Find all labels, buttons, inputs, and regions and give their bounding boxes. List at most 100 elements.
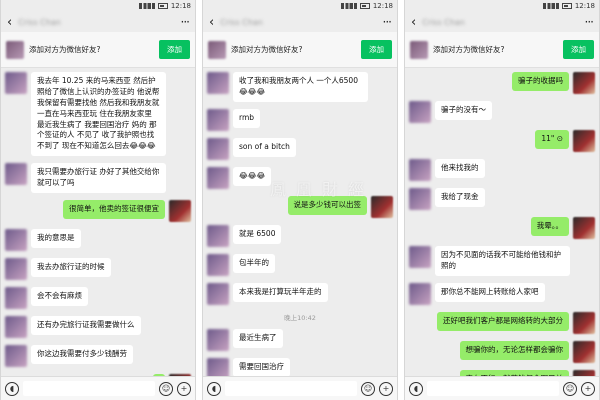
incoming-message[interactable]: 他来找我的 [435,159,485,178]
outgoing-message[interactable]: 想骗你的，无论怎样都会骗你 [459,340,569,360]
contact-avatar[interactable] [409,188,431,210]
message-row: 会不会有麻烦 [5,286,191,309]
my-avatar[interactable] [573,130,595,152]
message-row: 我晕。。 [409,217,595,239]
outgoing-message[interactable]: 还好吧我们客户都是网络转的大部分 [437,311,569,331]
message-row: 😂😂😂 [207,166,393,189]
outgoing-message[interactable]: 骗子的收据吗 [512,72,569,91]
incoming-message[interactable]: 骗子的没有～ [435,101,492,120]
my-avatar[interactable] [573,340,595,363]
incoming-message[interactable]: 我去办旅行证的时候 [31,257,111,277]
add-friend-button[interactable]: 添加 [159,40,190,59]
contact-avatar[interactable] [207,166,229,189]
incoming-message[interactable]: 我给了现金 [435,188,485,207]
message-row: 很简单，他卖的签证很便宜 [5,199,191,222]
signal-icon [542,3,559,9]
contact-avatar[interactable] [409,101,431,123]
my-avatar[interactable] [573,217,595,239]
outgoing-message[interactable]: 我晕。。 [530,217,569,236]
voice-icon[interactable]: ◖ [5,381,19,396]
contact-avatar[interactable] [5,315,27,338]
status-time: 12:18 [372,2,393,10]
back-arrow-icon[interactable]: ‹ [411,16,416,29]
incoming-message[interactable]: 我的意思是 [31,228,81,248]
contact-avatar[interactable] [207,357,229,376]
add-friend-button[interactable]: 添加 [563,40,594,59]
contact-avatar[interactable] [207,253,229,276]
outgoing-message[interactable]: 11" ⊙ [535,130,569,149]
contact-avatar[interactable] [207,72,229,94]
more-options-icon[interactable]: ··· [585,15,595,29]
incoming-message[interactable]: 我去年 10.25 来的马来西亚 然后护照给了微信上认识的办签证的 他说帮我保留… [31,72,166,157]
contact-avatar[interactable] [5,257,27,280]
status-bar: 12:18 [203,0,397,12]
signal-icon [138,3,155,9]
incoming-message[interactable]: 最近生病了 [233,328,283,348]
incoming-message[interactable]: 需要回国治疗 [233,357,290,376]
contact-avatar[interactable] [5,72,27,94]
emoji-icon[interactable]: ☺ [159,381,173,396]
incoming-message[interactable]: 那你总不能网上转账给人家吧 [435,282,545,302]
back-arrow-icon[interactable]: ‹ [209,16,214,29]
incoming-message[interactable]: 就是 6500 [233,224,282,244]
plus-icon[interactable]: + [581,381,595,396]
message-row: 收了我和我朋友两个人 一个人6500😂😂😂 [207,72,393,102]
plus-icon[interactable]: + [177,381,191,396]
incoming-message[interactable]: 包半年的 [233,253,275,273]
my-avatar[interactable] [573,72,595,94]
contact-avatar[interactable] [5,163,27,186]
emoji-icon[interactable]: ☺ [361,381,375,396]
contact-avatar[interactable] [207,137,229,160]
incoming-message[interactable]: 还有办完旅行证我需要做什么 [31,315,141,335]
message-row: 想骗你的，无论怎样都会骗你 [409,340,595,363]
incoming-message[interactable]: 本来我是打算玩半年走的 [233,282,328,302]
outgoing-message[interactable]: 很简单，他卖的签证很便宜 [63,199,165,219]
incoming-message[interactable]: rmb [233,108,261,128]
message-input[interactable] [427,381,559,396]
contact-avatar[interactable] [409,159,431,181]
incoming-message[interactable]: 我只需要办旅行证 办好了其他交给你就可以了吗 [31,163,166,193]
outgoing-message[interactable]: 说是多少钱可以出签 [287,195,367,215]
more-options-icon[interactable]: ··· [181,15,191,29]
contact-avatar[interactable] [207,108,229,131]
message-row: 最近生病了 [207,328,393,351]
timestamp-label: 晚上10:42 [284,313,316,322]
incoming-message[interactable]: 😂😂😂 [233,166,272,186]
contact-avatar [410,40,428,59]
add-friend-prompt: 添加对方为微信好友? [29,45,101,54]
message-input[interactable] [225,381,357,396]
contact-avatar[interactable] [5,286,27,309]
contact-name: Criss Chan [422,17,465,27]
contact-avatar[interactable] [207,328,229,351]
add-friend-button[interactable]: 添加 [361,40,392,59]
emoji-icon[interactable]: ☺ [563,381,577,396]
incoming-message[interactable]: 因为不见面的话我不可能给他钱和护照的 [435,246,570,276]
contact-avatar[interactable] [207,224,229,247]
message-input[interactable] [23,381,155,396]
message-row: 需要回国治疗 [207,357,393,376]
voice-icon[interactable]: ◖ [207,381,221,396]
incoming-message[interactable]: 收了我和我朋友两个人 一个人6500😂😂😂 [233,72,368,102]
my-avatar[interactable] [371,195,393,218]
battery-icon [359,3,370,9]
incoming-message[interactable]: 你这边我需要付多少钱酬劳 [31,344,133,364]
incoming-message[interactable]: 会不会有麻烦 [31,286,88,306]
incoming-message[interactable]: son of a bitch [233,137,296,157]
my-avatar[interactable] [169,199,191,222]
contact-avatar[interactable] [5,344,27,367]
message-row: 说是多少钱可以出签 [207,195,393,218]
contact-avatar[interactable] [409,246,431,268]
message-row: 还好吧我们客户都是网络转的大部分 [409,311,595,334]
more-options-icon[interactable]: ··· [383,15,393,29]
message-row: 他来找我的 [409,159,595,181]
message-row: 骗子的没有～ [409,101,595,123]
plus-icon[interactable]: + [379,381,393,396]
contact-name: Criss Chan [220,17,263,27]
voice-icon[interactable]: ◖ [409,381,423,396]
contact-avatar[interactable] [409,282,431,305]
battery-icon [561,3,572,9]
my-avatar[interactable] [573,311,595,334]
back-arrow-icon[interactable]: ‹ [7,16,12,29]
contact-avatar[interactable] [5,228,27,251]
contact-avatar[interactable] [207,282,229,305]
